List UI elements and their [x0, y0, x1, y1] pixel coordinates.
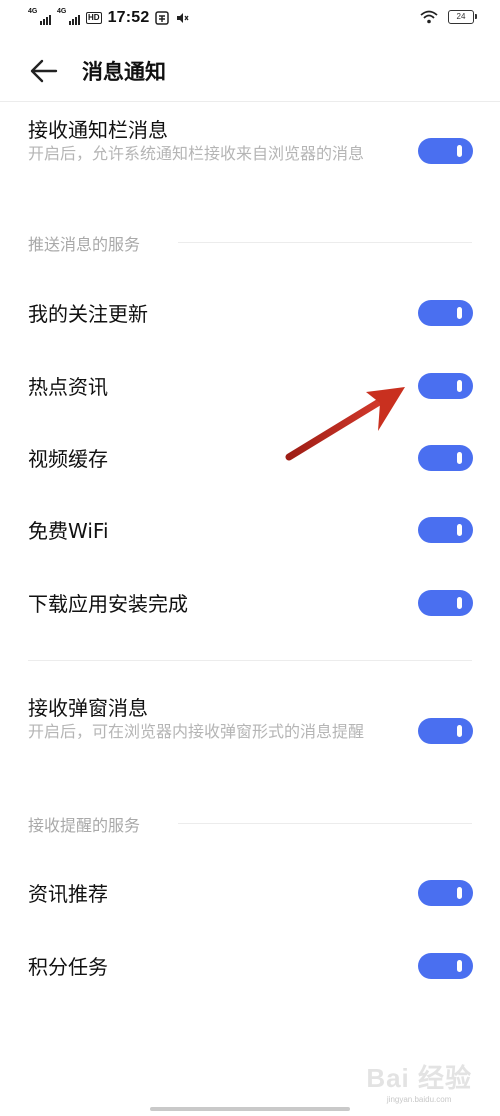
- news-recommend-toggle[interactable]: [418, 880, 473, 906]
- mute-icon: [177, 13, 190, 23]
- item-label: 积分任务: [28, 955, 108, 979]
- section-divider: [178, 242, 472, 243]
- list-item: 积分任务: [0, 943, 500, 989]
- list-item: 免费WiFi: [0, 507, 500, 553]
- list-item: 我的关注更新: [0, 290, 500, 336]
- app-header: 消息通知: [0, 40, 500, 102]
- item-label: 视频缓存: [28, 447, 108, 471]
- follow-updates-toggle[interactable]: [418, 300, 473, 326]
- video-cache-toggle[interactable]: [418, 445, 473, 471]
- baidu-watermark-logo: Bai 经验 jingyan.baidu.com: [366, 1063, 472, 1104]
- item-label: 我的关注更新: [28, 302, 148, 326]
- list-item: 视频缓存: [0, 435, 500, 481]
- list-item: 热点资讯: [0, 363, 500, 409]
- notification-bar-subtitle: 开启后，允许系统通知栏接收来自浏览器的消息: [28, 144, 365, 163]
- push-section-label: 推送消息的服务: [28, 235, 141, 254]
- back-arrow-icon[interactable]: [30, 58, 58, 84]
- section-divider: [178, 823, 472, 824]
- item-label: 免费WiFi: [28, 519, 109, 543]
- battery-icon: 24: [448, 10, 477, 24]
- wifi-icon: [420, 10, 438, 24]
- hot-news-toggle[interactable]: [418, 373, 473, 399]
- free-wifi-toggle[interactable]: [418, 517, 473, 543]
- cellular-signal-icon: 4G: [57, 8, 80, 25]
- cellular-signal-icon: 4G: [28, 8, 51, 25]
- reminder-section-label: 接收提醒的服务: [28, 816, 141, 835]
- list-item: 资讯推荐: [0, 870, 500, 916]
- notification-bar-title: 接收通知栏消息: [28, 118, 168, 142]
- app-notification-icon: [155, 11, 170, 25]
- popup-title: 接收弹窗消息: [28, 696, 148, 720]
- popup-setting: 接收弹窗消息 开启后，可在浏览器内接收弹窗形式的消息提醒: [0, 680, 500, 780]
- download-complete-toggle[interactable]: [418, 590, 473, 616]
- list-item: 下载应用安装完成: [0, 580, 500, 626]
- popup-subtitle: 开启后，可在浏览器内接收弹窗形式的消息提醒: [28, 722, 365, 741]
- clock: 17:52: [107, 9, 150, 26]
- item-label: 下载应用安装完成: [28, 592, 188, 616]
- item-label: 热点资讯: [28, 375, 108, 399]
- notification-bar-setting: 接收通知栏消息 开启后，允许系统通知栏接收来自浏览器的消息: [0, 102, 500, 202]
- group-divider: [28, 660, 472, 661]
- status-bar: 4G 4G HD 17:52 24: [0, 0, 500, 40]
- notification-bar-toggle[interactable]: [418, 138, 473, 164]
- points-task-toggle[interactable]: [418, 953, 473, 979]
- hd-icon: HD: [86, 12, 102, 24]
- item-label: 资讯推荐: [28, 882, 108, 906]
- popup-toggle[interactable]: [418, 718, 473, 744]
- home-indicator[interactable]: [150, 1107, 350, 1111]
- page-title: 消息通知: [82, 60, 166, 84]
